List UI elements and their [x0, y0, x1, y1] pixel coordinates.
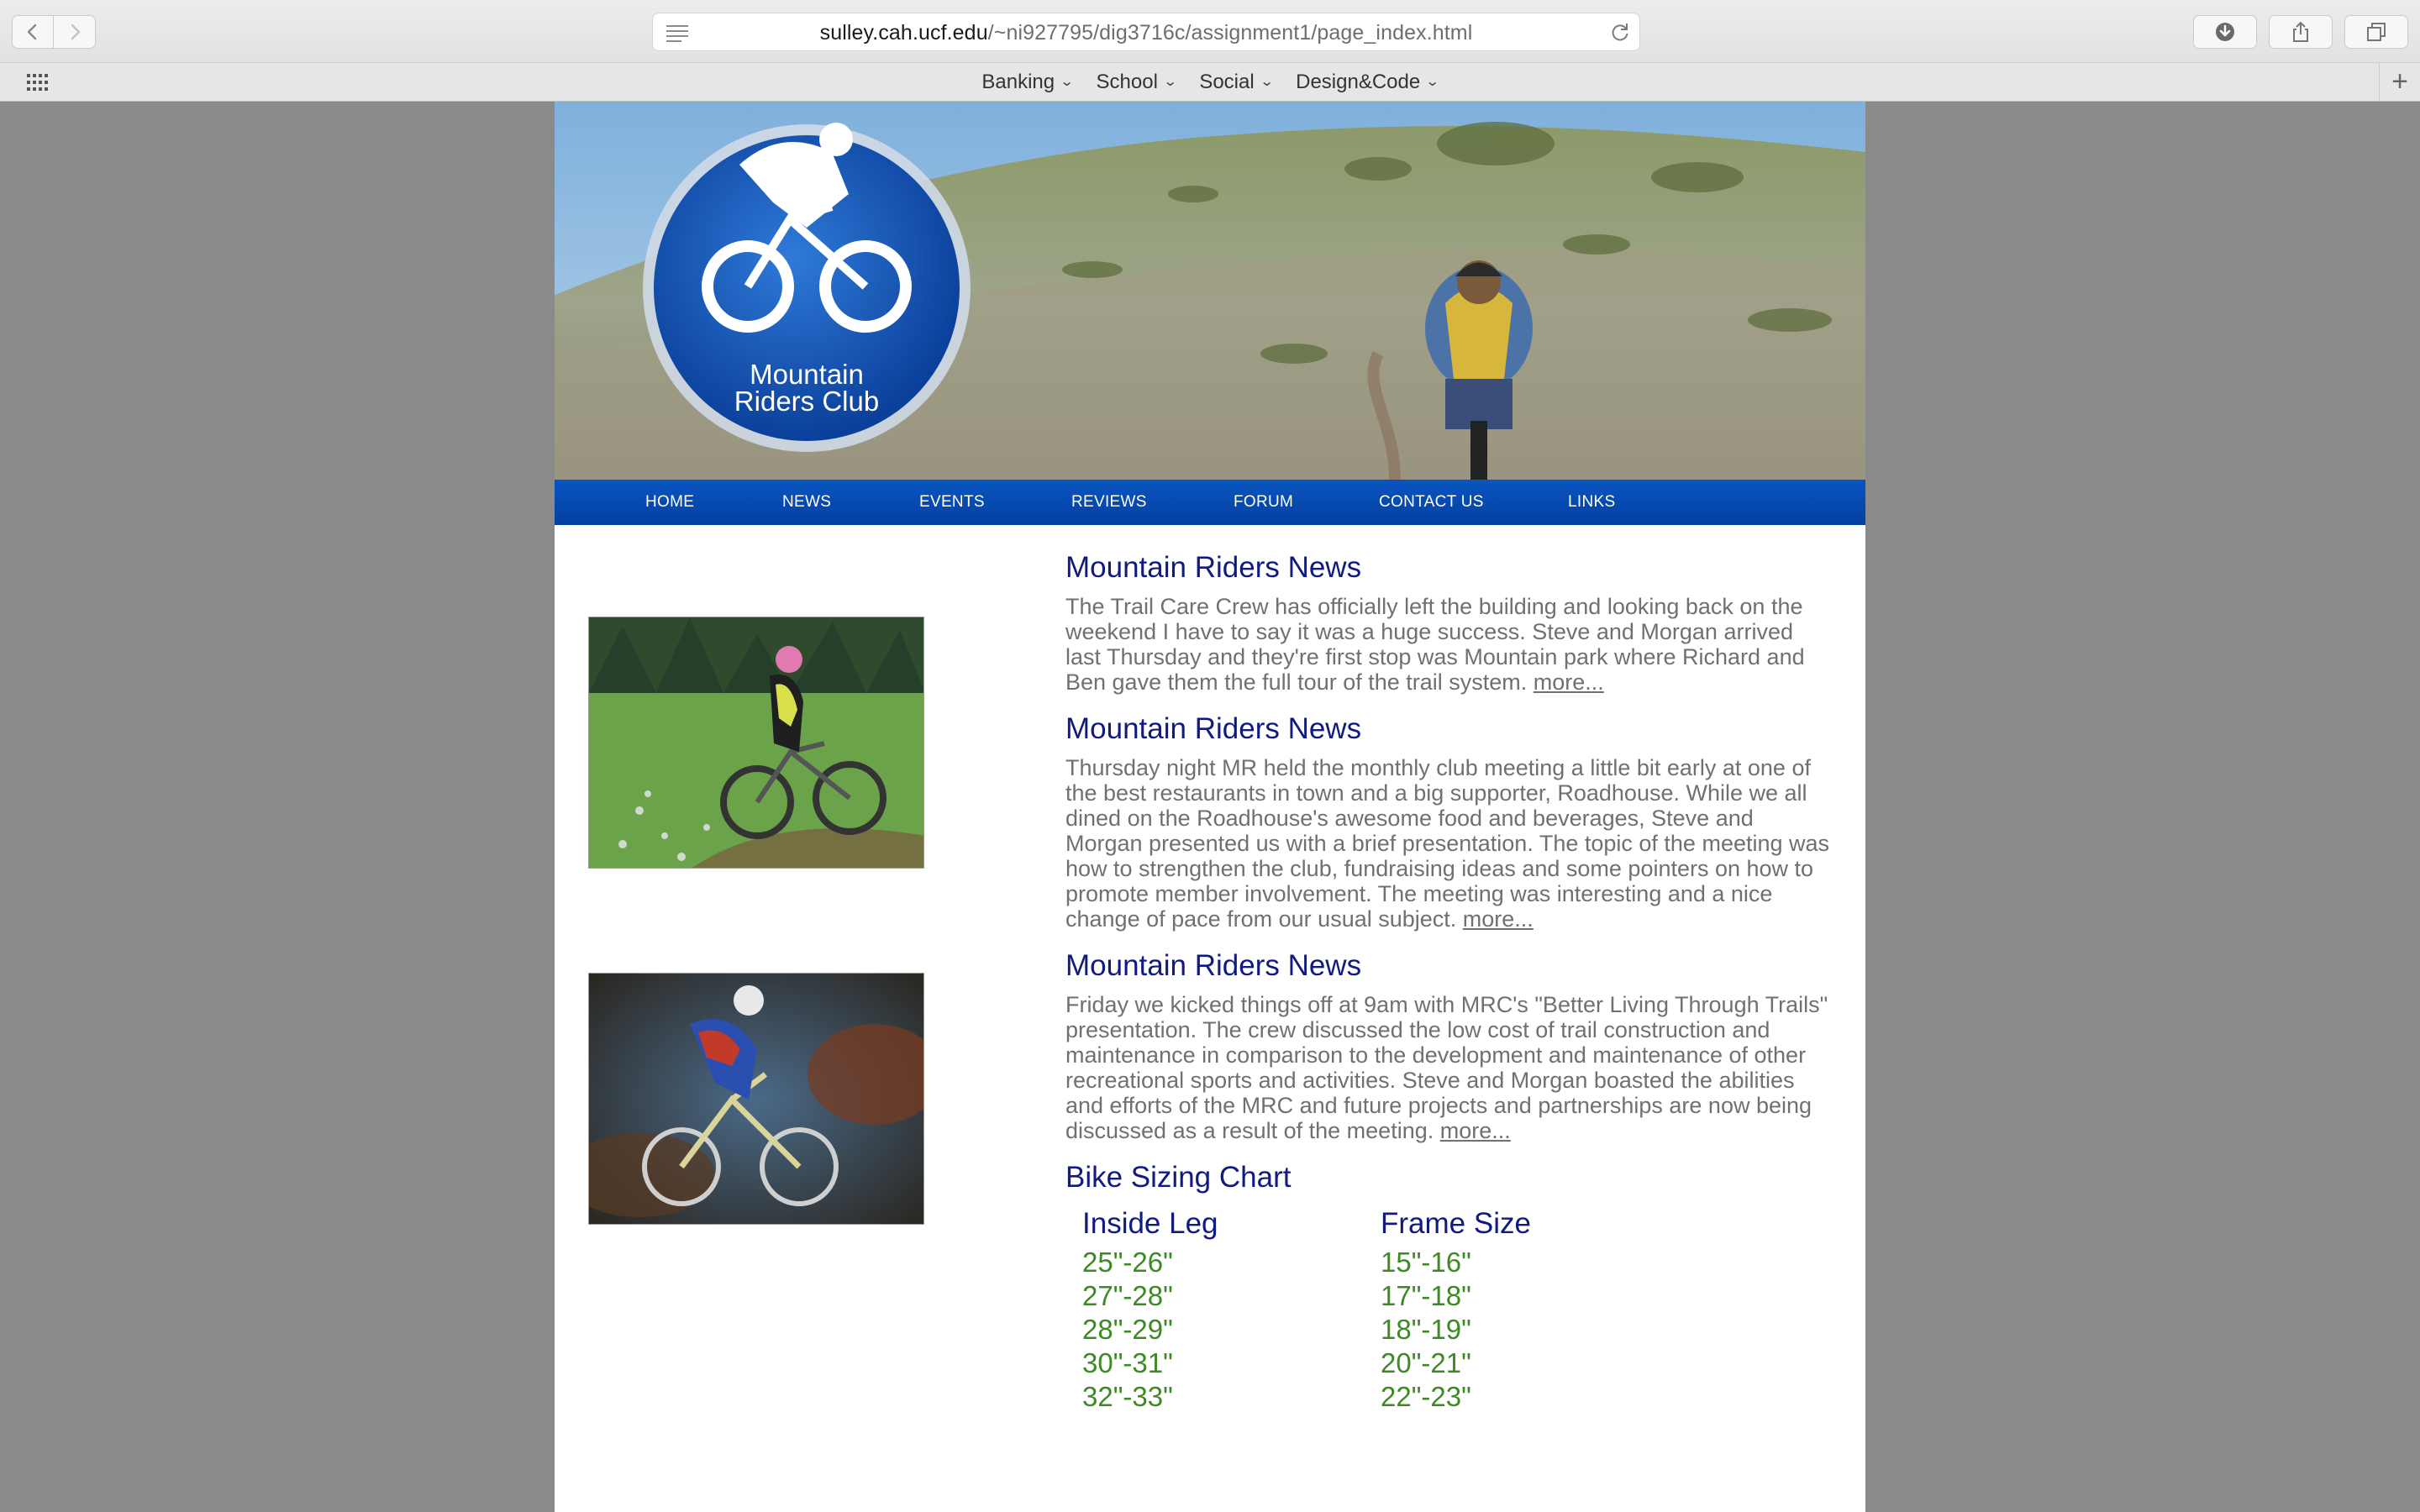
favorite-banking[interactable]: Banking ⌄	[970, 63, 1084, 101]
favorite-social[interactable]: Social ⌄	[1187, 63, 1284, 101]
chevron-down-icon: ⌄	[1162, 75, 1178, 89]
club-logo: Mountain Riders Club	[643, 123, 971, 452]
inside-leg-cell: 30"-31"	[1082, 1347, 1173, 1378]
back-icon	[27, 24, 37, 40]
address-bar[interactable]: sulley.cah.ucf.edu/~ni927795/dig3716c/as…	[652, 13, 1640, 51]
inside-leg-cell: 25"-26"	[1082, 1247, 1173, 1278]
sizing-table: Inside Leg Frame Size 25"-26" 15"-16" 27"…	[1082, 1202, 1679, 1414]
downloads-button[interactable]	[2193, 15, 2257, 49]
reload-icon[interactable]	[1609, 22, 1631, 44]
sizing-title: Bike Sizing Chart	[1065, 1161, 1292, 1194]
nav-forum[interactable]: FORUM	[1234, 480, 1293, 525]
more-link[interactable]: more...	[1463, 906, 1534, 932]
favorite-label: School	[1096, 71, 1158, 93]
bike-sizing-chart: Bike Sizing Chart Inside Leg Frame Size …	[1065, 1160, 1830, 1414]
rider-photo-meadow	[588, 617, 924, 869]
inside-leg-cell: 28"-29"	[1082, 1314, 1173, 1345]
favorite-label: Design&Code	[1296, 71, 1421, 93]
nav-home[interactable]: HOME	[645, 480, 694, 525]
back-button[interactable]	[12, 15, 54, 49]
favorite-design-code[interactable]: Design&Code ⌄	[1284, 63, 1450, 101]
table-row: 30"-31" 20"-21"	[1082, 1347, 1679, 1380]
new-tab-button[interactable]: +	[2379, 63, 2420, 101]
url-path: /~ni927795/dig3716c/assignment1/page_ind…	[987, 21, 1473, 45]
news-item: Mountain Riders News The Trail Care Crew…	[1065, 550, 1830, 695]
chevron-down-icon: ⌄	[1060, 75, 1075, 89]
frame-size-cell: 20"-21"	[1381, 1347, 1471, 1378]
news-title: Mountain Riders News	[1065, 551, 1362, 584]
news-title: Mountain Riders News	[1065, 712, 1362, 745]
download-icon	[2216, 23, 2234, 41]
more-link[interactable]: more...	[1534, 669, 1604, 695]
share-button[interactable]	[2269, 15, 2333, 49]
column-header-inside-leg: Inside Leg	[1082, 1207, 1218, 1240]
more-link[interactable]: more...	[1440, 1118, 1511, 1143]
news-title: Mountain Riders News	[1065, 949, 1362, 982]
frame-size-cell: 18"-19"	[1381, 1314, 1471, 1345]
header-banner: Mountain Riders Club	[555, 102, 1865, 480]
frame-size-cell: 17"-18"	[1381, 1280, 1471, 1311]
nav-news[interactable]: NEWS	[782, 480, 831, 525]
tabs-icon	[2367, 23, 2386, 41]
main-nav: HOME NEWS EVENTS REVIEWS FORUM CONTACT U…	[555, 480, 1865, 525]
frame-size-cell: 22"-23"	[1381, 1381, 1471, 1412]
chevron-down-icon: ⌄	[1259, 75, 1275, 89]
nav-contact-us[interactable]: CONTACT US	[1379, 480, 1484, 525]
column-header-frame-size: Frame Size	[1381, 1207, 1531, 1240]
nav-reviews[interactable]: REVIEWS	[1071, 480, 1147, 525]
favorites-bar: Banking ⌄ School ⌄ Social ⌄ Design&Code ⌄ +	[0, 63, 2420, 102]
logo-text-line2: Riders Club	[734, 386, 879, 417]
chevron-down-icon: ⌄	[1425, 75, 1440, 89]
frame-size-cell: 15"-16"	[1381, 1247, 1471, 1278]
forward-icon	[71, 24, 80, 40]
news-body: Friday we kicked things off at 9am with …	[1065, 992, 1830, 1143]
news-item: Mountain Riders News Thursday night MR h…	[1065, 711, 1830, 932]
show-tabs-button[interactable]	[2344, 15, 2408, 49]
news-text: The Trail Care Crew has officially left …	[1065, 594, 1805, 695]
favorite-label: Banking	[981, 71, 1055, 93]
nav-links[interactable]: LINKS	[1568, 480, 1615, 525]
url-text: sulley.cah.ucf.edu/~ni927795/dig3716c/as…	[653, 13, 1639, 52]
news-item: Mountain Riders News Friday we kicked th…	[1065, 948, 1830, 1143]
inside-leg-cell: 32"-33"	[1082, 1381, 1173, 1412]
plus-icon: +	[2391, 66, 2408, 97]
forward-button[interactable]	[54, 15, 96, 49]
table-row: 27"-28" 17"-18"	[1082, 1279, 1679, 1313]
inside-leg-cell: 27"-28"	[1082, 1280, 1173, 1311]
table-row: 25"-26" 15"-16"	[1082, 1246, 1679, 1279]
url-host: sulley.cah.ucf.edu	[819, 21, 988, 45]
nav-events[interactable]: EVENTS	[919, 480, 985, 525]
main-content: Mountain Riders News The Trail Care Crew…	[1065, 550, 1830, 1414]
news-text: Thursday night MR held the monthly club …	[1065, 755, 1830, 932]
rider-photo-jump	[588, 973, 924, 1225]
hillside-photo: Mountain Riders Club	[555, 102, 1865, 480]
news-body: Thursday night MR held the monthly club …	[1065, 755, 1830, 932]
table-row: 28"-29" 18"-19"	[1082, 1313, 1679, 1347]
favorite-label: Social	[1199, 71, 1255, 93]
favorite-school[interactable]: School ⌄	[1085, 63, 1188, 101]
table-row: 32"-33" 22"-23"	[1082, 1380, 1679, 1414]
news-body: The Trail Care Crew has officially left …	[1065, 594, 1830, 695]
share-icon	[2293, 21, 2308, 42]
web-page: Mountain Riders Club HOME NEWS EVENTS RE…	[555, 102, 1865, 1512]
browser-toolbar: sulley.cah.ucf.edu/~ni927795/dig3716c/as…	[0, 0, 2420, 63]
